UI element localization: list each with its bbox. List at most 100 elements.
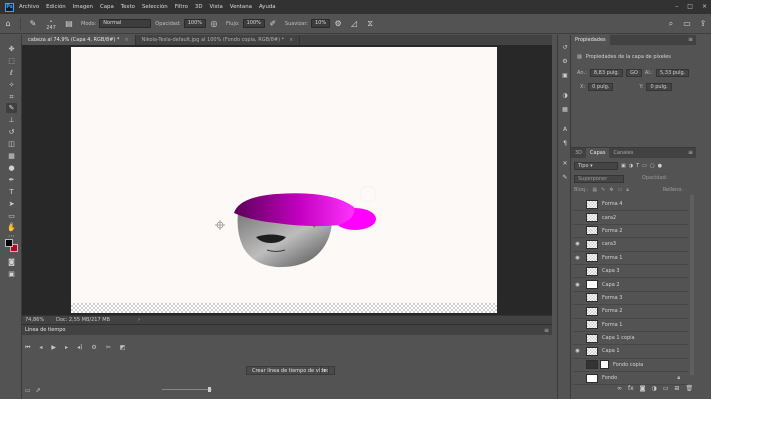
symmetry-icon[interactable]: ⧖ bbox=[365, 19, 375, 29]
panel-menu-icon[interactable]: ≡ bbox=[544, 327, 549, 334]
audio-icon[interactable]: ◂) bbox=[77, 344, 82, 352]
lock-pixels-icon[interactable]: ▦ bbox=[592, 187, 597, 193]
history-panel-icon[interactable]: ↺ bbox=[560, 43, 570, 53]
zoom-level[interactable]: 74,86% bbox=[22, 317, 56, 323]
adjust-panel-icon[interactable]: ⚙ bbox=[560, 57, 570, 67]
filter-shape-icon[interactable]: ▭ bbox=[642, 163, 647, 169]
close-window-button[interactable]: × bbox=[702, 3, 707, 10]
layer-row[interactable]: Capa 1 copia bbox=[573, 332, 688, 346]
layer-row[interactable]: Capa 3 bbox=[573, 265, 688, 279]
visibility-eye-icon[interactable]: ◉ bbox=[573, 282, 582, 288]
layer-style-icon[interactable]: fx bbox=[628, 385, 634, 392]
minimize-button[interactable]: – bbox=[675, 3, 678, 10]
chevron-down-icon[interactable]: ▾ bbox=[320, 366, 329, 375]
gradient-tool-icon[interactable]: ▦ bbox=[6, 151, 17, 161]
next-frame-icon[interactable]: ▸ bbox=[65, 344, 68, 352]
canvas-workspace[interactable] bbox=[22, 45, 552, 315]
type-tool-icon[interactable]: T bbox=[6, 187, 17, 197]
play-icon[interactable]: ▶ bbox=[51, 344, 56, 352]
filter-toggle-icon[interactable]: ● bbox=[658, 163, 662, 169]
layer-row[interactable]: ◉ cara3 bbox=[573, 238, 688, 252]
foreground-color-swatch[interactable] bbox=[5, 239, 13, 247]
timeline-zoom-slider[interactable] bbox=[162, 389, 212, 390]
tools-panel-icon[interactable]: ✕ bbox=[560, 159, 570, 169]
share-icon[interactable]: ⇪ bbox=[698, 19, 708, 29]
layers-scrollbar[interactable] bbox=[690, 195, 694, 375]
link-layers-icon[interactable]: ∞ bbox=[617, 385, 622, 392]
split-icon[interactable]: ✂ bbox=[106, 344, 111, 352]
menu-filtro[interactable]: Filtro bbox=[175, 4, 188, 10]
layer-row[interactable]: ◉ Capa 2 bbox=[573, 278, 688, 292]
dodge-tool-icon[interactable]: ● bbox=[6, 163, 17, 173]
first-frame-icon[interactable]: ⏮ bbox=[25, 344, 30, 352]
layer-row[interactable]: Forma 3 bbox=[573, 292, 688, 306]
move-tool-icon[interactable]: ✥ bbox=[6, 44, 17, 54]
add-mask-icon[interactable]: ◙ bbox=[640, 385, 646, 392]
blend-mode-select[interactable]: Superponer bbox=[574, 175, 624, 183]
tab-canales[interactable]: Canales bbox=[609, 148, 637, 158]
menu-capa[interactable]: Capa bbox=[100, 4, 114, 10]
path-select-icon[interactable]: ➤ bbox=[6, 199, 17, 209]
layer-row[interactable]: Fondo 🔒︎ bbox=[573, 372, 688, 386]
layer-row[interactable]: Forma 4 bbox=[573, 198, 688, 212]
color-panel-icon[interactable]: ◑ bbox=[560, 91, 570, 101]
convert-icon[interactable]: ▭ bbox=[25, 387, 31, 394]
trash-icon[interactable]: 🗑︎ bbox=[685, 385, 693, 392]
menu-3d[interactable]: 3D bbox=[195, 4, 203, 10]
angle-icon[interactable]: ◿ bbox=[349, 19, 359, 29]
search-icon[interactable]: ⌕ bbox=[666, 19, 676, 29]
visibility-eye-icon[interactable]: ◉ bbox=[573, 348, 582, 354]
y-field[interactable]: 0 pulg. bbox=[646, 83, 672, 91]
brush-settings-icon[interactable]: ▤ bbox=[64, 19, 74, 29]
stamp-tool-icon[interactable]: ⊥ bbox=[6, 115, 17, 125]
settings-icon[interactable]: ⚙ bbox=[91, 344, 96, 352]
visibility-eye-icon[interactable]: ◉ bbox=[573, 255, 582, 261]
home-icon[interactable]: ⌂ bbox=[3, 19, 13, 29]
brush-size-picker[interactable]: • 247 bbox=[44, 19, 58, 31]
swatches-panel-icon[interactable]: ▦ bbox=[560, 105, 570, 115]
menu-edicion[interactable]: Edición bbox=[46, 4, 66, 10]
menu-texto[interactable]: Texto bbox=[121, 4, 135, 10]
x-field[interactable]: 0 pulg. bbox=[588, 83, 614, 91]
lock-all-icon[interactable]: 🔒︎ bbox=[626, 187, 629, 193]
render-icon[interactable]: ⇗ bbox=[36, 387, 41, 394]
menu-ventana[interactable]: Ventana bbox=[230, 4, 252, 10]
menu-seleccion[interactable]: Selección bbox=[142, 4, 168, 10]
flow-field[interactable]: 100% bbox=[242, 19, 265, 28]
status-menu-icon[interactable]: › bbox=[138, 317, 140, 323]
lock-artboard-icon[interactable]: ▭ bbox=[617, 187, 622, 193]
layer-row[interactable]: Forma 2 bbox=[573, 225, 688, 239]
quick-mask-icon[interactable]: ◙ bbox=[6, 257, 17, 267]
prev-frame-icon[interactable]: ◂ bbox=[39, 344, 42, 352]
brush-preset-icon[interactable]: ✎ bbox=[28, 19, 38, 29]
layer-row[interactable]: Forma 1 bbox=[573, 319, 688, 332]
marquee-tool-icon[interactable]: ⬚ bbox=[6, 56, 17, 66]
close-tab-icon[interactable]: × bbox=[124, 37, 128, 43]
filter-type-icon[interactable]: T bbox=[636, 163, 639, 169]
airbrush-icon[interactable]: ✐ bbox=[268, 19, 278, 29]
filter-pixel-icon[interactable]: ▣ bbox=[621, 163, 626, 169]
tab-propiedades[interactable]: Propiedades bbox=[571, 35, 610, 45]
adjustment-layer-icon[interactable]: ◑ bbox=[652, 385, 657, 392]
brush-panel-icon[interactable]: ✎ bbox=[560, 173, 570, 183]
pen-tool-icon[interactable]: ✒ bbox=[6, 175, 17, 185]
layer-row[interactable]: Forma 2 bbox=[573, 305, 688, 319]
panel-menu-icon[interactable]: ≡ bbox=[688, 148, 693, 158]
smoothing-field[interactable]: 10% bbox=[311, 19, 331, 28]
lasso-tool-icon[interactable]: ℓ bbox=[6, 68, 17, 78]
character-panel-icon[interactable]: A bbox=[560, 125, 570, 135]
maximize-button[interactable]: □ bbox=[687, 3, 693, 10]
layer-mask-thumbnail[interactable] bbox=[600, 360, 609, 370]
menu-vista[interactable]: Vista bbox=[210, 4, 223, 10]
transition-icon[interactable]: ◩ bbox=[120, 344, 126, 352]
lock-paint-icon[interactable]: ✎ bbox=[601, 187, 605, 193]
slider-handle[interactable] bbox=[208, 387, 211, 392]
tab-cabeza[interactable]: cabeza al 74,9% (Capa 4, RGB/8#) * × bbox=[22, 35, 136, 45]
brush-tool-icon[interactable]: ✎ bbox=[6, 103, 17, 113]
layer-row[interactable]: ◉ Forma 1 bbox=[573, 252, 688, 265]
tab-nikola-tesla[interactable]: Nikola-Tesla-default.jpg al 100% (Fondo … bbox=[136, 35, 301, 45]
panel-menu-icon[interactable]: ≡ bbox=[688, 35, 693, 45]
filter-smart-icon[interactable]: ▢ bbox=[650, 163, 655, 169]
paragraph-panel-icon[interactable]: ¶ bbox=[560, 139, 570, 149]
smoothing-settings-icon[interactable]: ⚙ bbox=[333, 19, 343, 29]
